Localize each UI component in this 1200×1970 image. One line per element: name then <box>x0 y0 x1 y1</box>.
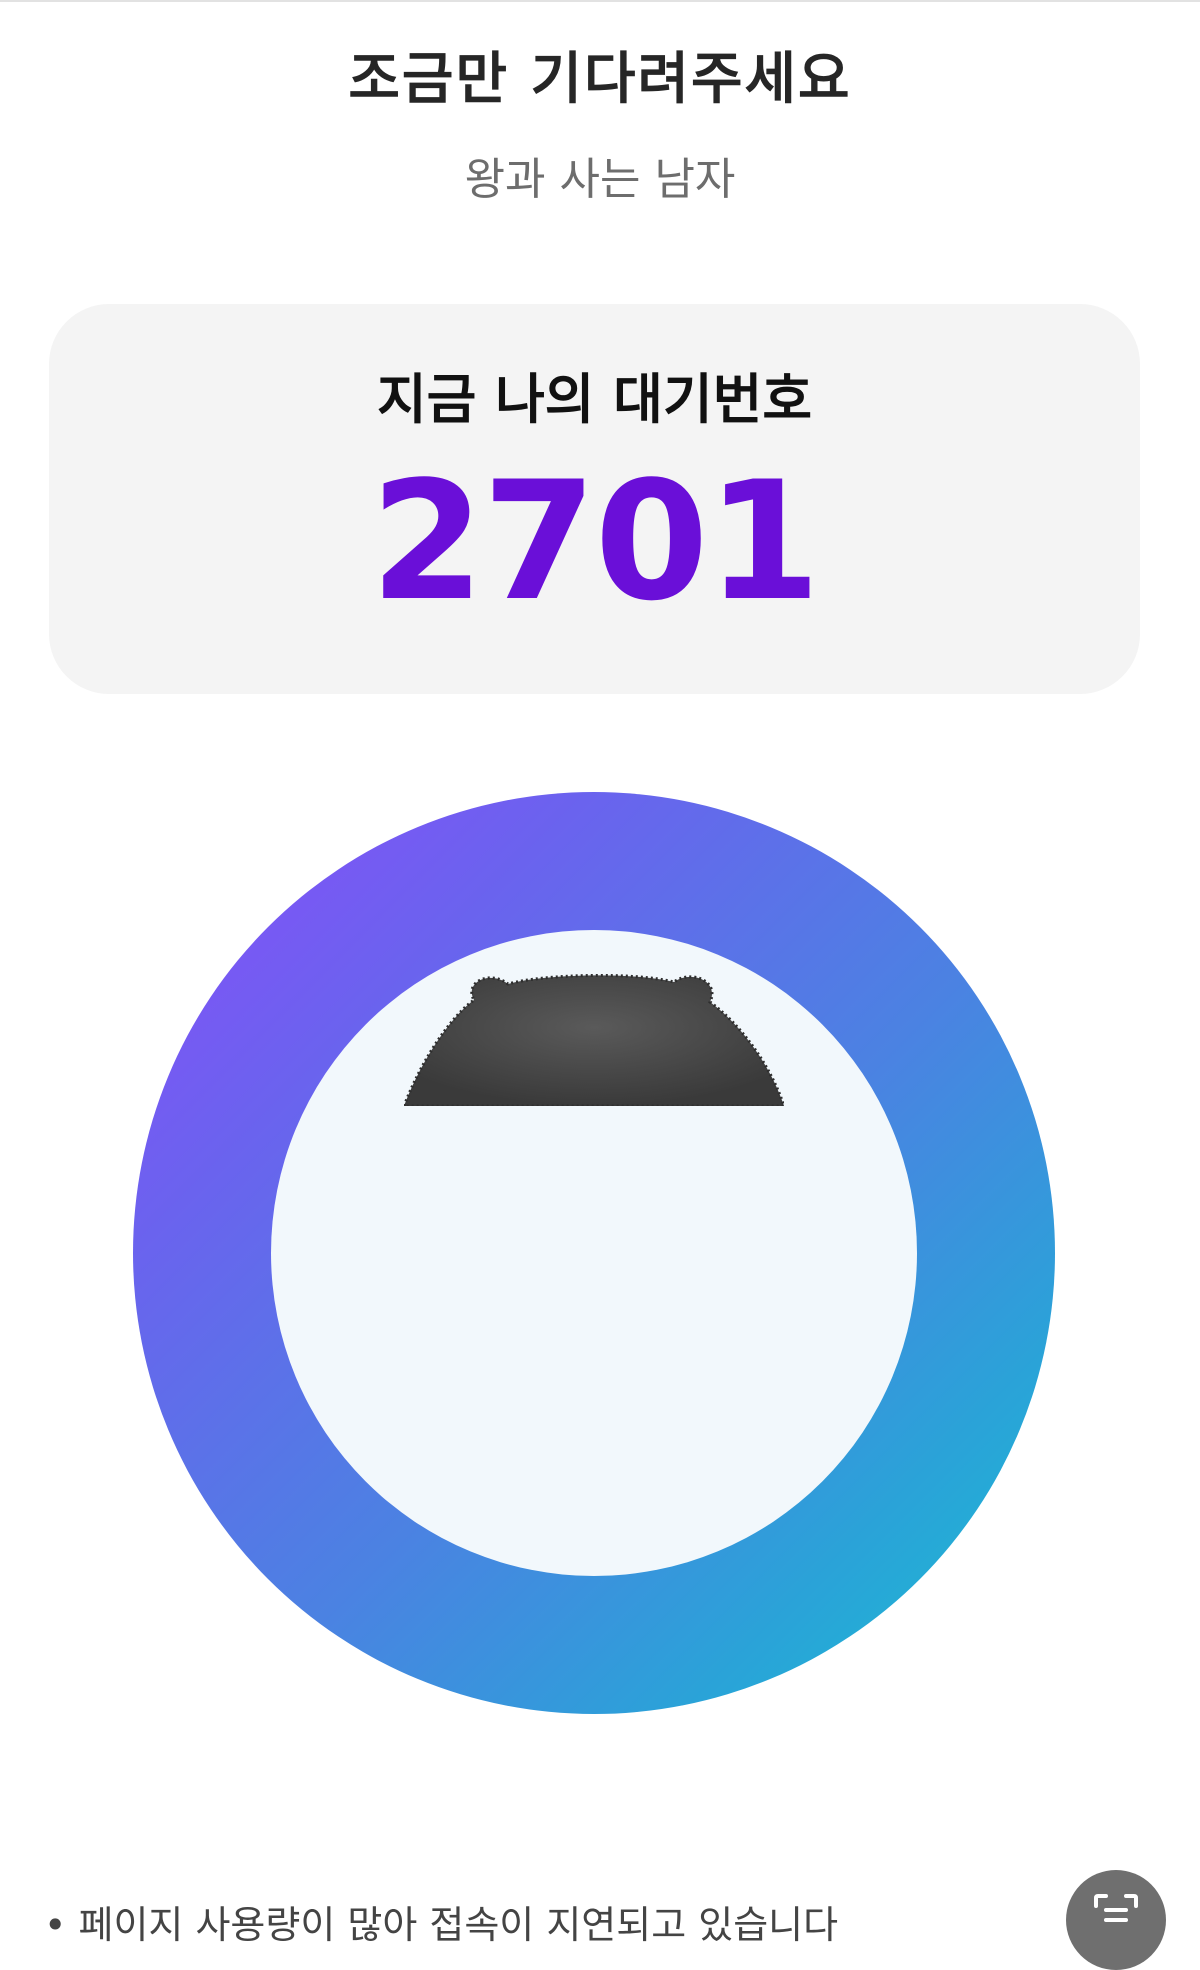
page-title: 조금만 기다려주세요 <box>348 47 852 112</box>
queue-card: 지금 나의 대기번호 2701 <box>49 304 1140 694</box>
notice-text: • 페이지 사용량이 많아 접속이 지연되고 있습니다 <box>44 1903 839 1947</box>
progress-ring <box>133 792 1055 1714</box>
top-divider <box>0 0 1200 2</box>
bear-mascot-icon <box>404 974 784 1106</box>
scan-text-icon <box>1094 1894 1138 1922</box>
scan-button[interactable] <box>1066 1870 1166 1970</box>
page-subtitle: 왕과 사는 남자 <box>464 154 736 205</box>
queue-label: 지금 나의 대기번호 <box>376 368 813 431</box>
ring-inner-circle <box>271 930 917 1576</box>
queue-number: 2701 <box>370 446 820 637</box>
